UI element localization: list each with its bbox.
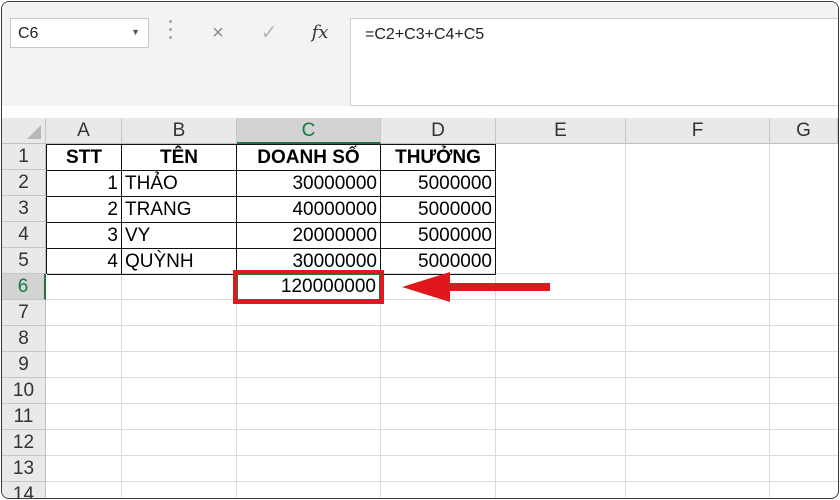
table-cell[interactable]: THẢO <box>122 171 237 197</box>
column-header-d[interactable]: D <box>381 118 496 144</box>
select-all-triangle-icon <box>27 125 41 139</box>
cancel-icon[interactable]: × <box>198 18 238 48</box>
row-header-11[interactable]: 11 <box>2 404 46 430</box>
header-cell-stt[interactable]: STT <box>47 145 122 171</box>
gridline <box>46 351 838 352</box>
row-header-7[interactable]: 7 <box>2 300 46 326</box>
row-header-14[interactable]: 14 <box>2 482 46 498</box>
row-header-1[interactable]: 1 <box>2 144 46 170</box>
row-header-9[interactable]: 9 <box>2 352 46 378</box>
column-header-a[interactable]: A <box>46 118 122 144</box>
header-cell-ten[interactable]: TÊN <box>122 145 237 171</box>
excel-window: C6 ▼ × ✓ fx =C2+C3+C4+C5 A B C D E F G 1… <box>1 1 839 499</box>
gridline <box>46 403 838 404</box>
formula-input[interactable]: =C2+C3+C4+C5 <box>350 18 838 106</box>
row-header-4[interactable]: 4 <box>2 222 46 248</box>
table-cell[interactable]: 5000000 <box>381 197 496 223</box>
gridline <box>46 455 838 456</box>
table-cell[interactable]: 5000000 <box>381 223 496 249</box>
table-cell[interactable]: 5000000 <box>381 171 496 197</box>
table-cell[interactable]: 20000000 <box>237 223 381 249</box>
formula-bar-area: C6 ▼ × ✓ fx =C2+C3+C4+C5 <box>2 2 838 106</box>
table-cell[interactable]: VY <box>122 223 237 249</box>
checkmark-icon[interactable]: ✓ <box>249 18 289 48</box>
gridline <box>46 481 838 482</box>
table-cell[interactable]: TRANG <box>122 197 237 223</box>
gridline <box>625 144 626 498</box>
worksheet-grid[interactable]: A B C D E F G 1 2 3 4 5 6 7 8 9 10 11 12 <box>2 118 838 498</box>
row-header-10[interactable]: 10 <box>2 378 46 404</box>
gridline <box>769 144 770 498</box>
chevron-down-icon[interactable]: ▼ <box>131 27 140 37</box>
column-header-c[interactable]: C <box>237 118 381 144</box>
row-header-3[interactable]: 3 <box>2 196 46 222</box>
gridline <box>46 429 838 430</box>
gridline <box>46 325 838 326</box>
row-header-8[interactable]: 8 <box>2 326 46 352</box>
column-header-e[interactable]: E <box>496 118 626 144</box>
highlight-box <box>233 270 384 304</box>
formula-text: =C2+C3+C4+C5 <box>365 26 485 43</box>
header-cell-thuong[interactable]: THƯỞNG <box>381 145 496 171</box>
row-header-13[interactable]: 13 <box>2 456 46 482</box>
column-header-g[interactable]: G <box>770 118 838 144</box>
select-all-button[interactable] <box>2 118 46 144</box>
column-header-f[interactable]: F <box>626 118 770 144</box>
table-cell[interactable]: 4 <box>47 249 122 275</box>
row-header-12[interactable]: 12 <box>2 430 46 456</box>
table-cell[interactable]: 30000000 <box>237 171 381 197</box>
table-cell[interactable]: QUỲNH <box>122 249 237 275</box>
row-header-2[interactable]: 2 <box>2 170 46 196</box>
insert-function-icon[interactable]: fx <box>300 18 340 48</box>
table-cell[interactable]: 1 <box>47 171 122 197</box>
gridline <box>46 377 838 378</box>
arrow-left-icon <box>402 272 550 302</box>
name-box-value: C6 <box>18 25 39 42</box>
column-header-b[interactable]: B <box>122 118 237 144</box>
row-header-6[interactable]: 6 <box>2 274 46 300</box>
table-cell[interactable]: 2 <box>47 197 122 223</box>
table-cell[interactable]: 3 <box>47 223 122 249</box>
header-cell-doanh-so[interactable]: DOANH SỐ <box>237 145 381 171</box>
row-header-5[interactable]: 5 <box>2 248 46 274</box>
table-cell[interactable]: 40000000 <box>237 197 381 223</box>
name-box[interactable]: C6 ▼ <box>10 18 149 48</box>
grip-dots-icon[interactable] <box>169 20 173 48</box>
